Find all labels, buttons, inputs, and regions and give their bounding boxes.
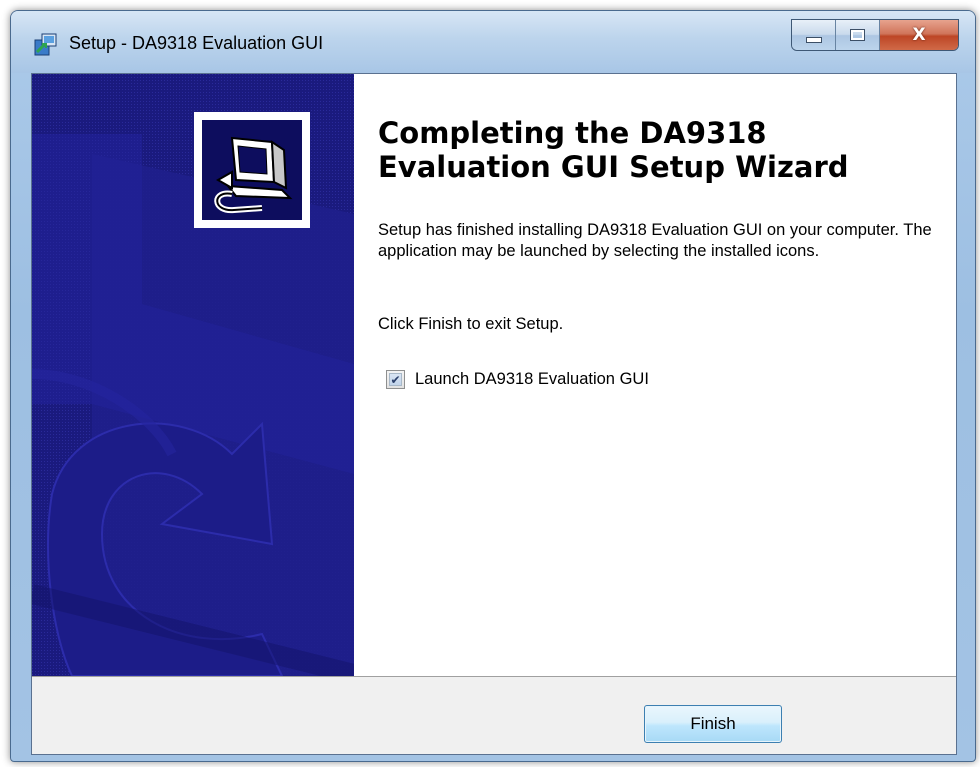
wizard-content: Completing the DA9318 Evaluation GUI Set… [354,74,956,676]
close-icon: X [912,24,926,45]
page-title: Completing the DA9318 Evaluation GUI Set… [378,116,849,184]
computer-install-icon [202,120,302,220]
finish-instruction: Click Finish to exit Setup. [378,315,564,333]
launch-checkbox[interactable]: ✔ [386,370,405,389]
wizard-footer: Finish [32,676,956,754]
finish-button[interactable]: Finish [644,705,782,743]
setup-window: Setup - DA9318 Evaluation GUI X Completi… [10,10,976,762]
launch-checkbox-label[interactable]: Launch DA9318 Evaluation GUI [415,370,649,389]
checkbox-inner: ✔ [389,373,402,386]
maximize-icon [850,29,865,41]
minimize-icon [805,37,822,43]
caption-buttons: X [791,19,959,51]
maximize-button[interactable] [836,20,880,50]
close-button[interactable]: X [880,20,958,50]
launch-checkbox-row[interactable]: ✔ Launch DA9318 Evaluation GUI [386,370,649,389]
wizard-icon-frame [194,112,310,228]
completion-message: Setup has finished installing DA9318 Eva… [378,221,932,260]
wizard-side-banner [32,74,354,676]
minimize-button[interactable] [792,20,836,50]
checkmark-icon: ✔ [390,372,401,387]
window-title: Setup - DA9318 Evaluation GUI [69,33,324,53]
setup-installer-icon [34,33,57,56]
title-bar[interactable]: Setup - DA9318 Evaluation GUI X [11,11,975,73]
wizard-body: Completing the DA9318 Evaluation GUI Set… [31,73,957,755]
